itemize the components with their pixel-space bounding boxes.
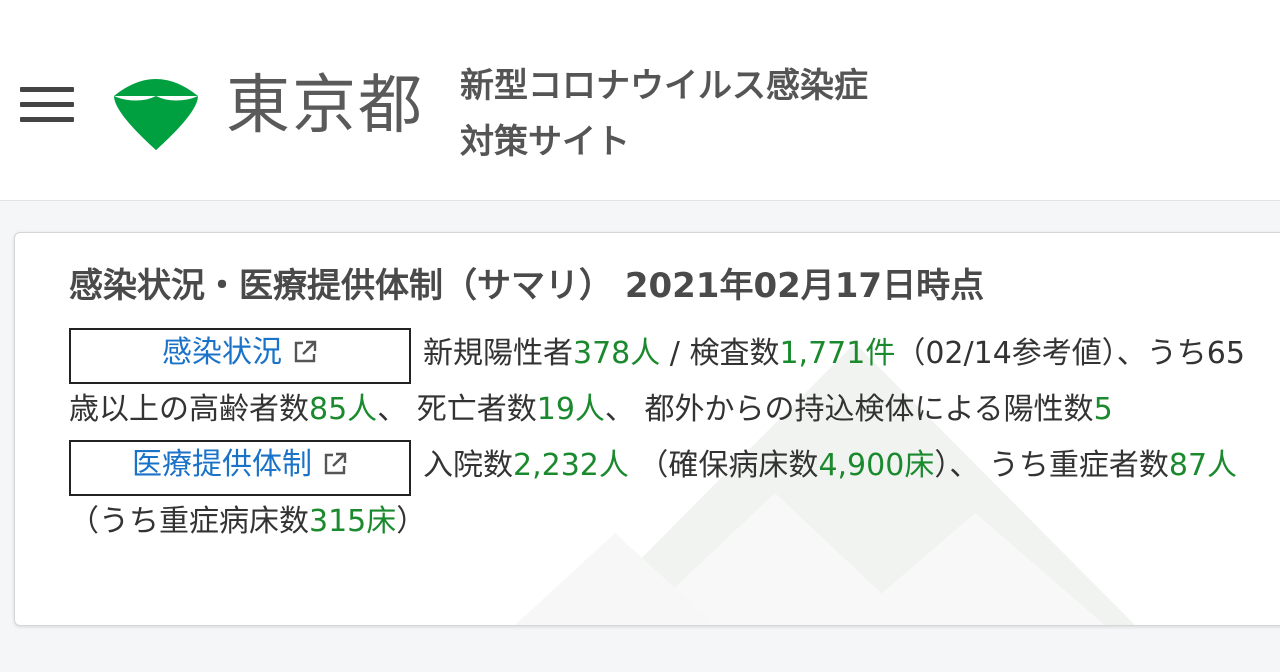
infection-text-2: / 検査数	[660, 336, 780, 371]
infection-text-6: 、 都外からの持込検体による陽性数	[604, 392, 1094, 427]
medical-text-3: ）、 うち重症者数	[934, 448, 1169, 483]
tests-value: 1,771件	[779, 336, 896, 371]
medical-text-2: （確保病床数	[628, 448, 819, 483]
card-title: 感染状況・医療提供体制（サマリ） 2021年02月17日時点	[69, 266, 985, 306]
secured-beds-value: 4,900床	[818, 448, 935, 483]
site-title-line2: 対策サイト	[460, 122, 630, 162]
infection-section: 感染状況 新規陽性者378人 / 検査数1,771件（02/14参考値）、うち65…	[69, 328, 1259, 436]
site-title-line1: 新型コロナウイルス感染症	[460, 66, 868, 106]
external-link-icon	[324, 452, 347, 475]
tokyo-ginkgo-logo-icon[interactable]	[112, 66, 200, 156]
medical-text-5: ）	[396, 504, 427, 539]
medical-text-4: （うち重症病床数	[69, 504, 309, 539]
medical-system-link[interactable]: 医療提供体制	[69, 440, 411, 496]
summary-card: 感染状況・医療提供体制（サマリ） 2021年02月17日時点 感染状況 新規陽性者…	[14, 232, 1280, 626]
summary-body: 感染状況 新規陽性者378人 / 検査数1,771件（02/14参考値）、うち65…	[69, 328, 1259, 548]
infection-link-label: 感染状況	[162, 335, 282, 370]
new-positive-value: 378人	[573, 336, 661, 371]
infection-status-link[interactable]: 感染状況	[69, 328, 411, 384]
site-header: 東京都 新型コロナウイルス感染症 対策サイト	[0, 0, 1280, 200]
medical-link-label: 医療提供体制	[132, 447, 312, 482]
medical-section: 医療提供体制 入院数2,232人 （確保病床数4,900床）、 うち重症者数87人…	[69, 440, 1259, 548]
hospitalized-value: 2,232人	[513, 448, 629, 483]
site-title: 新型コロナウイルス感染症 対策サイト	[460, 58, 868, 170]
external-link-icon	[294, 340, 317, 363]
tokyo-logo-text[interactable]: 東京都	[226, 68, 424, 144]
medical-text-1: 入院数	[423, 448, 513, 483]
severe-value: 87人	[1168, 448, 1238, 483]
infection-text-5: 、 死亡者数	[377, 392, 537, 427]
outside-positive-value: 5	[1093, 392, 1113, 427]
hamburger-menu-icon[interactable]	[20, 85, 74, 125]
infection-text-3: （02/14参考値）、	[895, 336, 1147, 371]
deaths-value: 19人	[536, 392, 605, 427]
severe-beds-value: 315床	[309, 504, 397, 539]
infection-text-1: 新規陽性者	[423, 336, 573, 371]
elderly-value: 85人	[309, 392, 378, 427]
